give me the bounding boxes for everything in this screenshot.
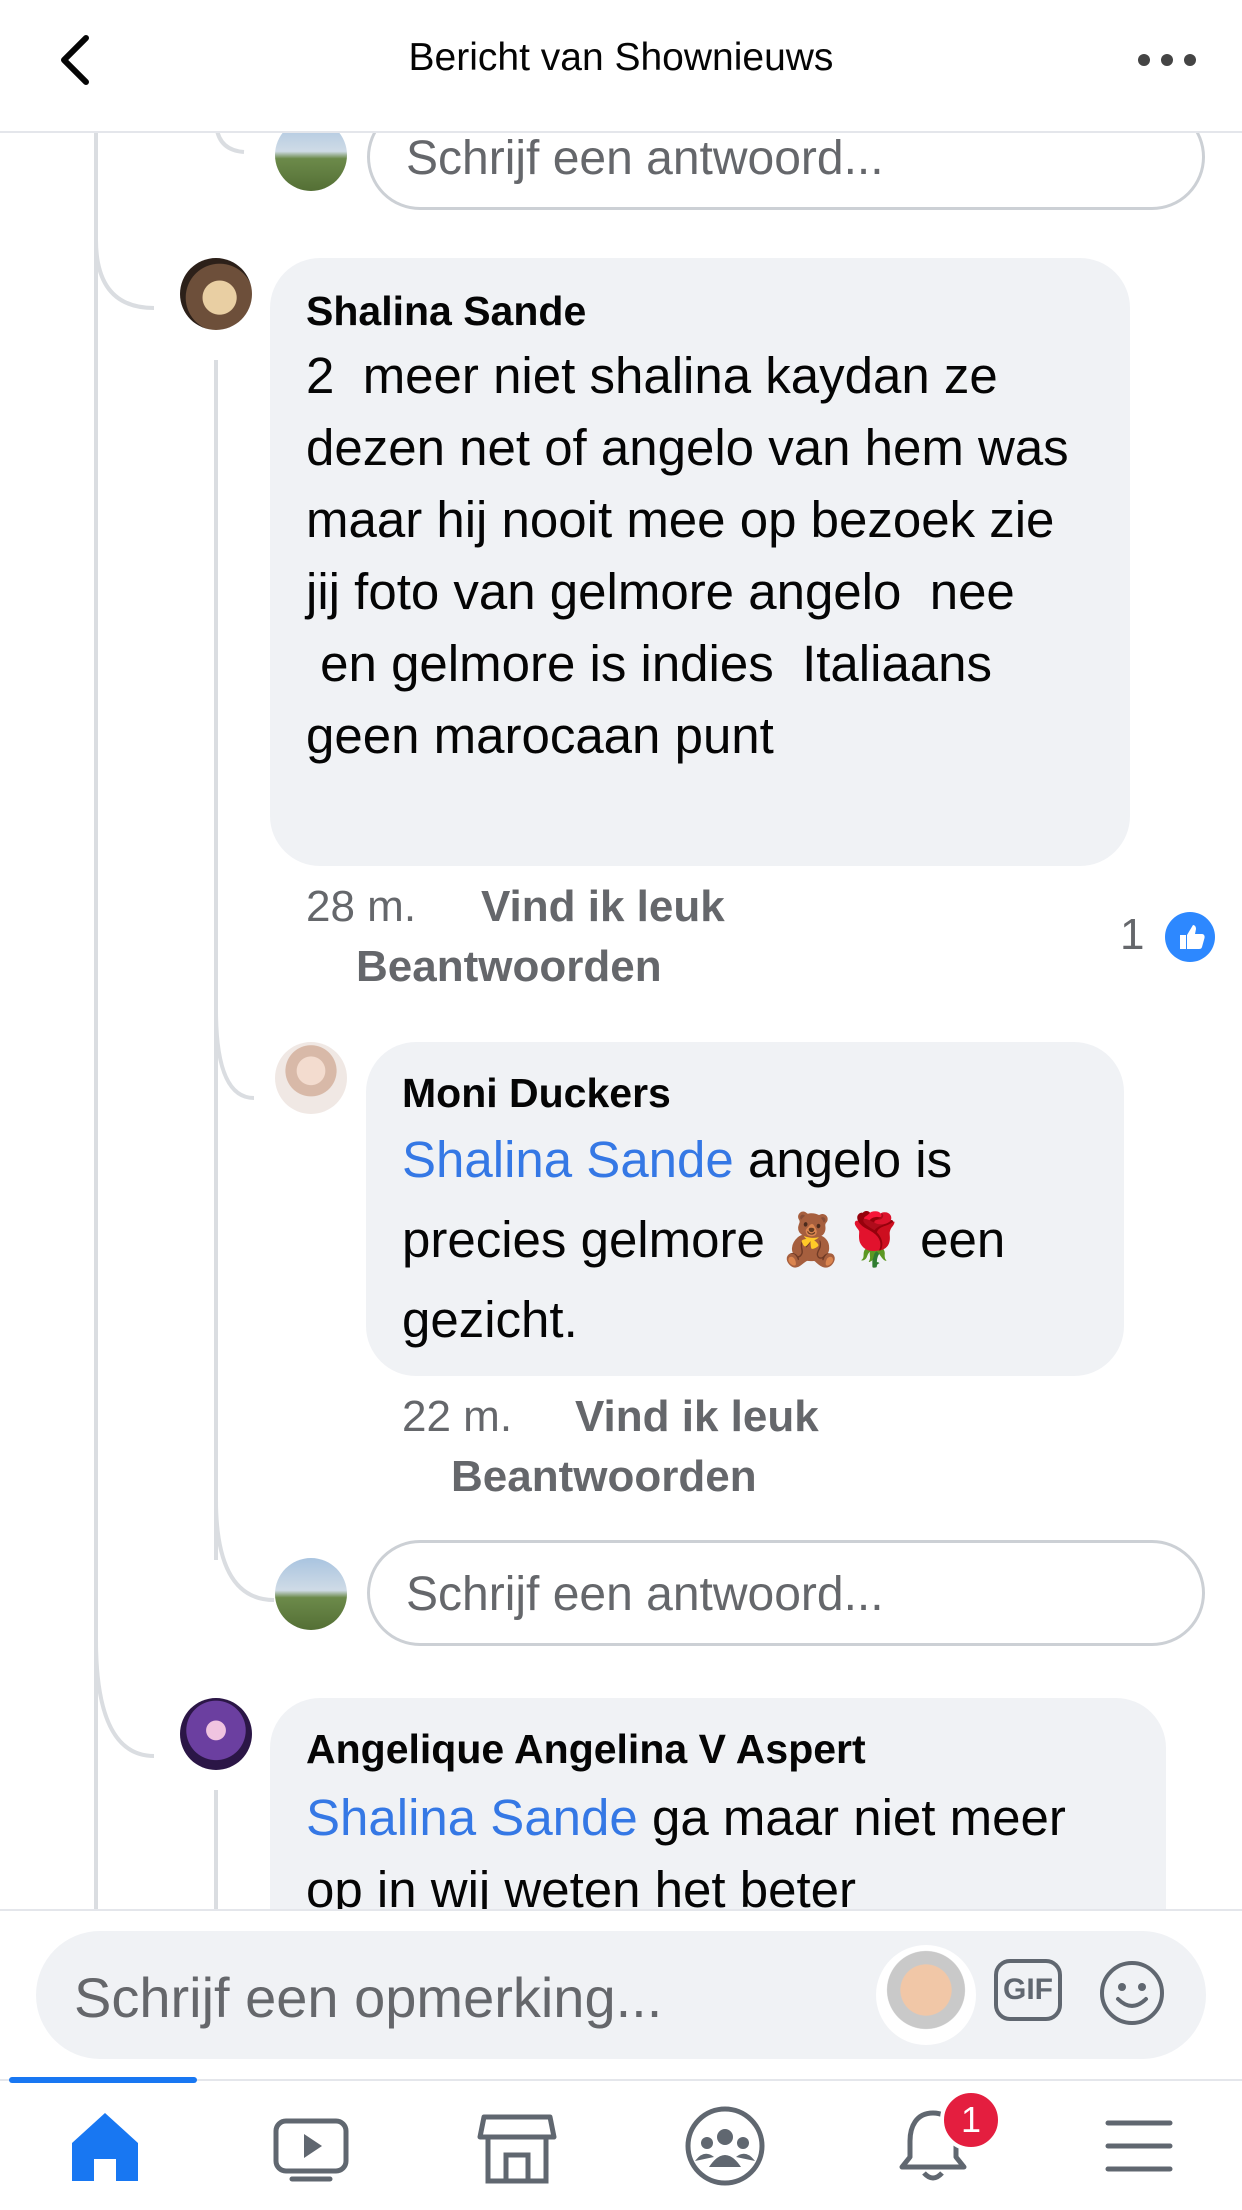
notification-badge: 1 [940,2089,1002,2151]
more-options-icon[interactable] [1132,40,1202,80]
comment-composer-bar: Schrijf een opmerking... GIF [0,1909,1242,2081]
thread-line [214,360,218,1560]
page-title: Bericht van Shownieuws [408,36,834,79]
avatar-sticker-icon[interactable] [876,1945,976,2045]
comment-input-placeholder: Schrijf een opmerking... [74,1966,663,2029]
avatar[interactable] [180,1698,252,1770]
mention-link[interactable]: Shalina Sande [306,1789,638,1846]
comment-time: 28 m. [306,882,417,931]
reply-input-placeholder: Schrijf een antwoord... [406,1568,884,1621]
thread-line [214,1790,218,1910]
reply-button[interactable]: Beantwoorden [356,942,662,992]
comment-text: Shalina Sande angelo is precies gelmore … [402,1120,1088,1360]
comment-bubble: Shalina Sande 2 meer niet shalina kaydan… [270,258,1130,866]
comment-text: 2 meer niet shalina kaydan ze dezen net … [306,347,1069,764]
top-bar: Bericht van Shownieuws [0,0,1242,133]
comment-text: Shalina Sande ga maar niet meer op in wi… [306,1782,1130,1926]
thread-connector [94,240,155,310]
comment-author[interactable]: Angelique Angelina V Aspert [306,1724,1130,1774]
avatar [275,1558,347,1630]
avatar[interactable] [275,1042,347,1114]
video-icon[interactable] [268,2103,354,2189]
like-button[interactable]: Vind ik leuk [575,1392,819,1442]
gif-button[interactable]: GIF [994,1959,1062,2021]
avatar[interactable] [180,258,252,330]
comment-author[interactable]: Moni Duckers [402,1068,1088,1118]
reply-input[interactable]: Schrijf een antwoord... [367,1540,1205,1646]
home-icon[interactable] [62,2103,148,2189]
menu-icon[interactable] [1096,2103,1182,2189]
groups-icon[interactable] [682,2103,768,2189]
mention-link[interactable]: Shalina Sande [402,1131,734,1188]
comment-bubble: Moni Duckers Shalina Sande angelo is pre… [366,1042,1124,1376]
comment-input[interactable]: Schrijf een opmerking... GIF [36,1931,1206,2059]
thread-connector [214,1500,275,1602]
reply-input-placeholder: Schrijf een antwoord... [406,132,884,185]
reaction-count[interactable]: 1 [1120,910,1215,963]
comment-time: 22 m. [402,1392,513,1441]
thread-connector [214,1010,255,1100]
like-button[interactable]: Vind ik leuk [481,882,725,932]
reaction-count-value: 1 [1120,910,1145,959]
reply-button[interactable]: Beantwoorden [451,1452,757,1502]
like-reaction-icon [1164,912,1215,963]
comment-author[interactable]: Shalina Sande [306,286,1094,336]
emoji-icon[interactable] [1098,1959,1166,2027]
active-tab-indicator [9,2077,197,2083]
marketplace-icon[interactable] [474,2103,560,2189]
bottom-tab-bar [0,2077,1242,2210]
thread-connector [94,1640,155,1758]
